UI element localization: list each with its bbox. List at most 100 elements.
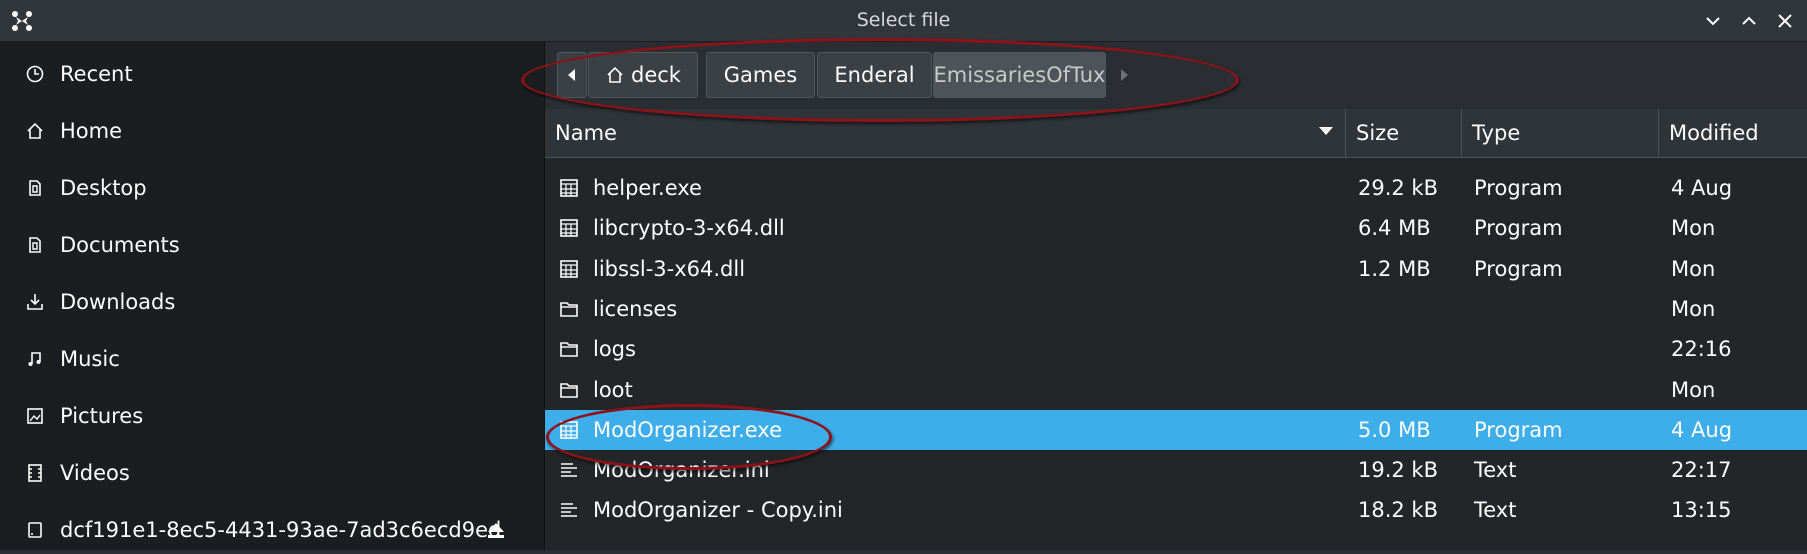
file-name: licenses (593, 296, 678, 321)
sidebar-item-label: Documents (60, 233, 180, 257)
table-row[interactable]: licenses Mon (545, 289, 1807, 329)
file-size: 5.0 MB (1358, 417, 1431, 442)
file-modified: 22:16 (1671, 337, 1732, 362)
file-type: Program (1474, 176, 1563, 200)
file-modified: 13:15 (1671, 498, 1732, 523)
breadcrumb-item-games[interactable]: Games (706, 52, 815, 98)
sidebar-item-documents[interactable]: Documents (0, 221, 544, 269)
sidebar-item-label: Pictures (60, 404, 144, 428)
triangle-right-icon (1121, 69, 1128, 81)
file-modified: 4 Aug (1671, 417, 1733, 442)
table-row[interactable]: ModOrganizer.ini 19.2 kB Text 22:17 (545, 450, 1807, 490)
column-label: Modified (1669, 121, 1759, 145)
breadcrumb-item-enderal[interactable]: Enderal (817, 52, 932, 98)
breadcrumb-back-button[interactable] (557, 52, 587, 98)
file-size: 6.4 MB (1358, 216, 1431, 241)
title-bar: Select file (0, 0, 1807, 42)
table-row[interactable] (545, 531, 1807, 550)
file-name: ModOrganizer.exe (593, 417, 783, 442)
column-type-header[interactable]: Type (1462, 109, 1659, 157)
column-header: Name Size Type Modified (545, 109, 1807, 158)
column-name-header[interactable]: Name (545, 109, 1346, 157)
table-row[interactable]: loot Mon (545, 370, 1807, 410)
home-icon (607, 66, 623, 83)
sidebar-item-music[interactable]: Music (0, 335, 544, 383)
sidebar-item-recent[interactable]: Recent (0, 50, 544, 98)
download-icon (24, 291, 46, 313)
sidebar-item-label: dcf191e1-8ec5-4431-93ae-7ad3c6ecd9ed (60, 518, 502, 542)
sidebar-item-label: Downloads (60, 290, 176, 314)
videos-icon (24, 462, 46, 484)
breadcrumb-item-emissariesoftux[interactable]: EmissariesOfTux (933, 52, 1106, 98)
desktop-icon (24, 177, 46, 199)
column-label: Name (555, 121, 617, 145)
breadcrumb-label: Enderal (834, 63, 915, 87)
file-modified: Mon (1671, 296, 1716, 321)
file-modified: Mon (1671, 216, 1716, 241)
breadcrumb-label: Games (723, 63, 798, 87)
file-name: libssl-3-x64.dll (593, 256, 746, 281)
sort-descending-icon (1319, 127, 1333, 135)
file-type: Program (1474, 256, 1563, 281)
sidebar-item-label: Recent (60, 62, 133, 86)
breadcrumb-item-deck[interactable]: deck (588, 52, 698, 98)
file-modified: Mon (1671, 377, 1716, 402)
file-size: 18.2 kB (1358, 498, 1439, 523)
breadcrumb-label: deck (631, 63, 681, 87)
chevron-up-icon (1742, 16, 1756, 25)
table-row[interactable]: libcrypto-3-x64.dll 6.4 MB Program Mon (545, 208, 1807, 248)
sidebar-item-label: Videos (60, 461, 130, 485)
column-label: Size (1356, 121, 1400, 145)
program-file-icon (559, 178, 579, 198)
column-size-header[interactable]: Size (1346, 109, 1462, 157)
sidebar-item-desktop[interactable]: Desktop (0, 164, 544, 212)
clock-icon (24, 63, 46, 85)
music-icon (24, 348, 46, 370)
program-file-icon (559, 259, 579, 279)
triangle-left-icon (568, 69, 575, 81)
file-size: 29.2 kB (1358, 176, 1439, 200)
file-size: 1.2 MB (1358, 256, 1431, 281)
file-modified: 22:17 (1671, 458, 1732, 483)
sidebar-item-drive[interactable]: dcf191e1-8ec5-4431-93ae-7ad3c6ecd9ed (0, 506, 544, 554)
close-button[interactable] (1772, 8, 1798, 34)
documents-icon (24, 234, 46, 256)
sidebar-item-label: Music (60, 347, 120, 371)
window-title: Select file (856, 9, 951, 31)
column-modified-header[interactable]: Modified (1659, 109, 1807, 157)
folder-icon (559, 299, 579, 319)
file-view: deck Games Enderal EmissariesOfTux Name … (545, 42, 1807, 550)
file-type: Text (1474, 458, 1517, 483)
breadcrumb: deck Games Enderal EmissariesOfTux (545, 42, 1807, 110)
table-row[interactable]: ModOrganizer.exe 5.0 MB Program 4 Aug (545, 409, 1807, 450)
breadcrumb-forward-button[interactable] (1108, 52, 1140, 98)
file-list: helper.exe 29.2 kB Program 4 Aug libcrypto-3… (545, 158, 1807, 550)
text-file-icon (559, 460, 579, 480)
sidebar-item-label: Desktop (60, 176, 147, 200)
file-name: libcrypto-3-x64.dll (593, 216, 785, 241)
eject-icon[interactable] (484, 518, 508, 542)
column-label: Type (1472, 121, 1521, 145)
sidebar-item-label: Home (60, 119, 123, 143)
maximize-button[interactable] (1736, 8, 1762, 34)
breadcrumb-label: EmissariesOfTux (933, 63, 1106, 87)
table-row[interactable] (545, 158, 1807, 166)
table-row[interactable]: libssl-3-x64.dll 1.2 MB Program Mon (545, 249, 1807, 289)
file-name: ModOrganizer.ini (593, 458, 770, 483)
file-name: ModOrganizer - Copy.ini (593, 498, 843, 523)
minimize-button[interactable] (1700, 8, 1726, 34)
sidebar-item-downloads[interactable]: Downloads (0, 278, 544, 326)
table-row[interactable]: logs 22:16 (545, 329, 1807, 369)
sidebar-item-videos[interactable]: Videos (0, 449, 544, 497)
file-name: helper.exe (593, 176, 702, 200)
table-row[interactable]: helper.exe 29.2 kB Program 4 Aug (545, 168, 1807, 208)
table-row[interactable]: ModOrganizer - Copy.ini 18.2 kB Text 13:15 (545, 490, 1807, 530)
drive-icon (24, 519, 46, 541)
file-type: Text (1474, 498, 1517, 523)
folder-icon (559, 380, 579, 400)
folder-icon (559, 339, 579, 359)
chevron-down-icon (1706, 17, 1720, 26)
sidebar-item-home[interactable]: Home (0, 107, 544, 155)
file-type: Program (1474, 417, 1563, 442)
sidebar-item-pictures[interactable]: Pictures (0, 392, 544, 440)
